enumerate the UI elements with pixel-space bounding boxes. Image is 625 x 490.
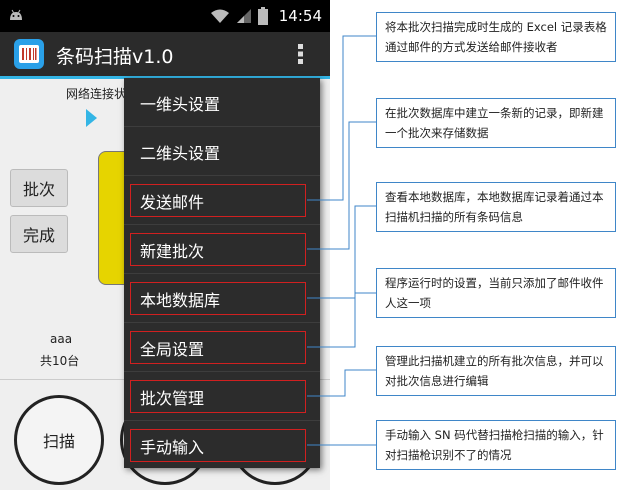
callout-line-global-settings <box>307 292 376 348</box>
callout-line-new-batch <box>307 121 376 250</box>
annotation-new-batch: 在批次数据库中建立一条新的记录，即新建一个批次来存储数据 <box>376 98 616 148</box>
callout-line-batch-management <box>307 369 376 397</box>
annotation-send-email: 将本批次扫描完成时生成的 Excel 记录表格通过邮件的方式发送给邮件接收者 <box>376 12 616 62</box>
callout-line-local-database <box>307 205 376 299</box>
callout-connectors <box>307 35 376 446</box>
annotation-batch-management: 管理此扫描机建立的所有批次信息，并可以对批次信息进行编辑 <box>376 346 616 396</box>
annotation-global-settings: 程序运行时的设置，当前只添加了邮件收件人这一项 <box>376 268 616 318</box>
callout-line-send-email <box>307 35 376 201</box>
annotation-manual-input: 手动输入 SN 码代替扫描枪扫描的输入，针对扫描枪识别不了的情况 <box>376 420 616 470</box>
annotation-local-database: 查看本地数据库，本地数据库记录着通过本扫描机扫描的所有条码信息 <box>376 182 616 232</box>
